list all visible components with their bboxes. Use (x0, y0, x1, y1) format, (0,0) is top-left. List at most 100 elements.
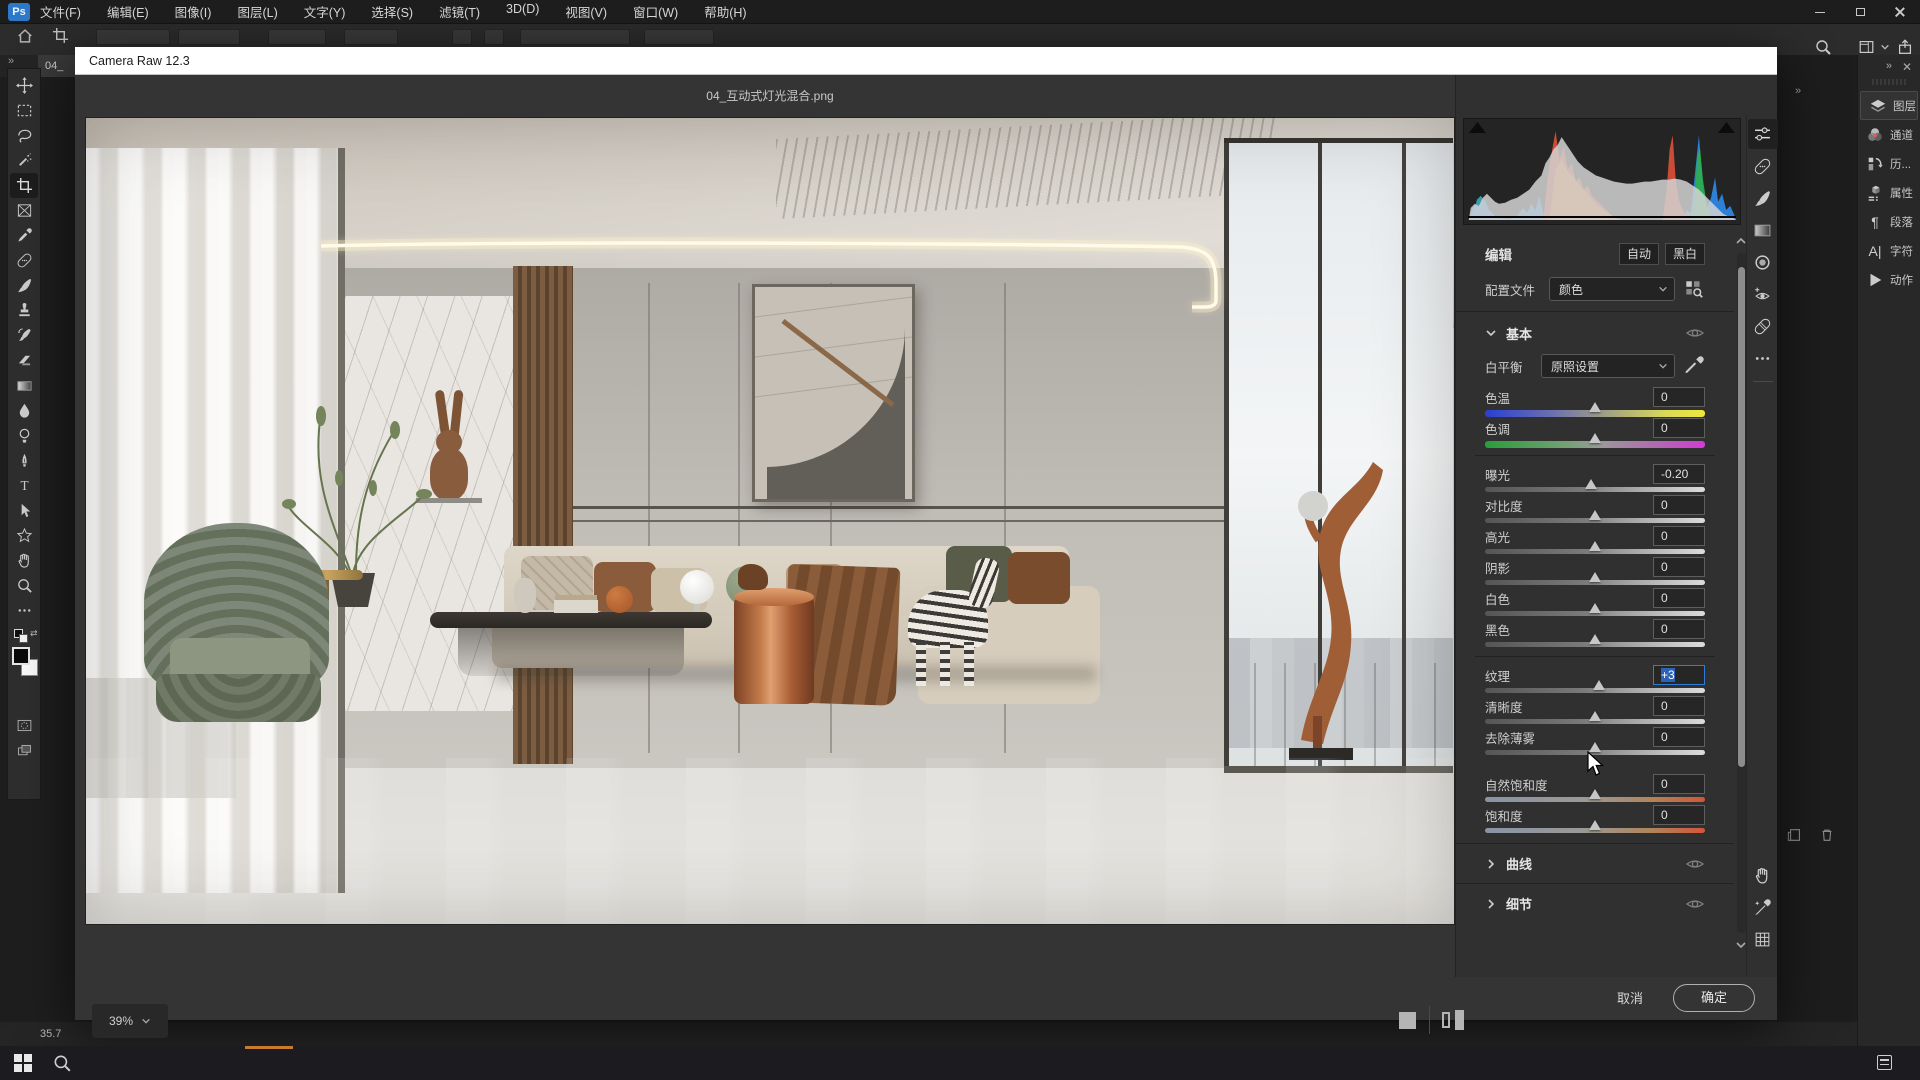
maximize-button[interactable] (1840, 0, 1880, 24)
slider-thumb-contrast[interactable] (1589, 510, 1601, 520)
option-icon[interactable] (484, 29, 504, 45)
move-tool[interactable] (10, 73, 38, 98)
workspace-icon[interactable] (1857, 38, 1876, 56)
slider-thumb-shadows[interactable] (1589, 572, 1601, 582)
share-icon[interactable] (1896, 38, 1914, 56)
slider-track-contrast[interactable] (1485, 518, 1705, 523)
cancel-button[interactable]: 取消 (1595, 985, 1665, 1013)
close-button[interactable] (1880, 0, 1920, 24)
slider-value-whites[interactable]: 0 (1653, 588, 1705, 608)
option-checkbox[interactable] (520, 29, 630, 45)
option-button[interactable] (344, 29, 398, 45)
type-tool[interactable]: T (10, 473, 38, 498)
crop-options-icon[interactable] (52, 27, 69, 44)
slider-value-temp[interactable]: 0 (1653, 387, 1705, 407)
hand-tool[interactable] (10, 548, 38, 573)
before-after-button[interactable] (1442, 1010, 1466, 1030)
dock-grip[interactable] (1872, 79, 1906, 85)
slider-value-clarity[interactable]: 0 (1653, 696, 1705, 716)
acr-hand-tool[interactable] (1748, 860, 1778, 890)
dock-collapse-arrows[interactable]: » (1886, 60, 1892, 72)
white-balance-eyedropper-icon[interactable] (1683, 355, 1705, 377)
history-brush-tool[interactable] (10, 323, 38, 348)
windows-start-button[interactable] (14, 1054, 32, 1072)
slider-thumb-texture[interactable] (1593, 680, 1605, 690)
acr-presets-tool[interactable] (1748, 311, 1778, 341)
running-app-indicator[interactable] (245, 1046, 293, 1049)
edit-toolbar-tool[interactable] (10, 598, 38, 623)
acr-grid-tool[interactable] (1748, 924, 1778, 954)
slider-thumb-whites[interactable] (1589, 603, 1601, 613)
option-field[interactable] (268, 29, 326, 45)
menu-item-5[interactable]: 选择(S) (371, 2, 413, 21)
option-field[interactable] (178, 29, 240, 45)
dock-tab-历...[interactable]: 历... (1858, 149, 1920, 178)
dialog-title[interactable]: Camera Raw 12.3 (75, 47, 1777, 75)
slider-track-texture[interactable] (1485, 688, 1705, 693)
slider-value-exposure[interactable]: -0.20 (1653, 464, 1705, 484)
crop-tool[interactable] (10, 173, 38, 198)
acr-radial-filter-tool[interactable] (1748, 247, 1778, 277)
object-selection-tool[interactable] (10, 148, 38, 173)
preview-image[interactable] (86, 118, 1454, 924)
acr-edit-tool[interactable] (1748, 119, 1778, 149)
slider-thumb-highlights[interactable] (1589, 541, 1601, 551)
option-icon[interactable] (452, 29, 472, 45)
option-field[interactable] (96, 29, 170, 45)
minimize-button[interactable] (1800, 0, 1840, 24)
menu-item-4[interactable]: 文字(Y) (304, 2, 346, 21)
shape-tool[interactable] (10, 523, 38, 548)
acr-graduated-filter-tool[interactable] (1748, 215, 1778, 245)
scrollbar-thumb[interactable] (1738, 267, 1745, 767)
dock-tab-图层[interactable]: 图层 (1860, 91, 1918, 120)
menu-item-3[interactable]: 图层(L) (237, 2, 277, 21)
slider-thumb-temp[interactable] (1589, 402, 1601, 412)
zoom-select[interactable]: 39% (92, 1004, 168, 1038)
menu-item-6[interactable]: 滤镜(T) (439, 2, 480, 21)
menu-item-10[interactable]: 帮助(H) (704, 2, 746, 21)
panel-scrollbar[interactable] (1737, 253, 1746, 933)
slider-track-temp[interactable] (1485, 410, 1705, 417)
dock-tab-字符[interactable]: A|字符 (1858, 236, 1920, 265)
dock-tab-段落[interactable]: ¶段落 (1858, 207, 1920, 236)
slider-track-saturation[interactable] (1485, 828, 1705, 833)
acr-adjustment-brush-tool[interactable] (1748, 183, 1778, 213)
acr-more-tool[interactable] (1748, 343, 1778, 373)
slider-thumb-exposure[interactable] (1585, 479, 1597, 489)
taskbar-search-icon[interactable] (52, 1053, 72, 1073)
action-center-icon[interactable] (1877, 1055, 1892, 1070)
acr-red-eye-tool[interactable] (1748, 279, 1778, 309)
slider-track-vibrance[interactable] (1485, 797, 1705, 802)
curves-section-header[interactable]: 曲线 (1456, 843, 1734, 883)
foreground-color[interactable] (12, 647, 30, 665)
acr-white-balance-tool[interactable] (1748, 892, 1778, 922)
slider-value-blacks[interactable]: 0 (1653, 619, 1705, 639)
menu-item-1[interactable]: 编辑(E) (107, 2, 149, 21)
eye-icon[interactable] (1685, 894, 1705, 914)
preview-mode-button[interactable] (1399, 1012, 1416, 1029)
slider-track-shadows[interactable] (1485, 580, 1705, 585)
white-balance-select[interactable]: 原照设置 (1541, 354, 1675, 378)
dock-tab-动作[interactable]: 动作 (1858, 265, 1920, 294)
menu-item-9[interactable]: 窗口(W) (633, 2, 678, 21)
frame-tool[interactable] (10, 198, 38, 223)
slider-value-texture[interactable]: +3 (1653, 665, 1705, 685)
eraser-tool[interactable] (10, 348, 38, 373)
slider-thumb-saturation[interactable] (1589, 820, 1601, 830)
eye-icon[interactable] (1685, 854, 1705, 874)
zoom-readout[interactable]: 35.7 (40, 1028, 61, 1040)
marquee-tool[interactable] (10, 98, 38, 123)
menu-item-2[interactable]: 图像(I) (175, 2, 212, 21)
quick-mask-button[interactable] (10, 713, 38, 738)
slider-value-tint[interactable]: 0 (1653, 418, 1705, 438)
slider-value-dehaze[interactable]: 0 (1653, 727, 1705, 747)
slider-value-highlights[interactable]: 0 (1653, 526, 1705, 546)
healing-brush-tool[interactable] (10, 248, 38, 273)
menu-item-7[interactable]: 3D(D) (506, 2, 539, 21)
clone-stamp-tool[interactable] (10, 298, 38, 323)
slider-thumb-vibrance[interactable] (1589, 789, 1601, 799)
slider-track-tint[interactable] (1485, 441, 1705, 448)
slider-thumb-clarity[interactable] (1589, 711, 1601, 721)
screen-mode-button[interactable] (10, 738, 38, 763)
slider-track-exposure[interactable] (1485, 487, 1705, 492)
